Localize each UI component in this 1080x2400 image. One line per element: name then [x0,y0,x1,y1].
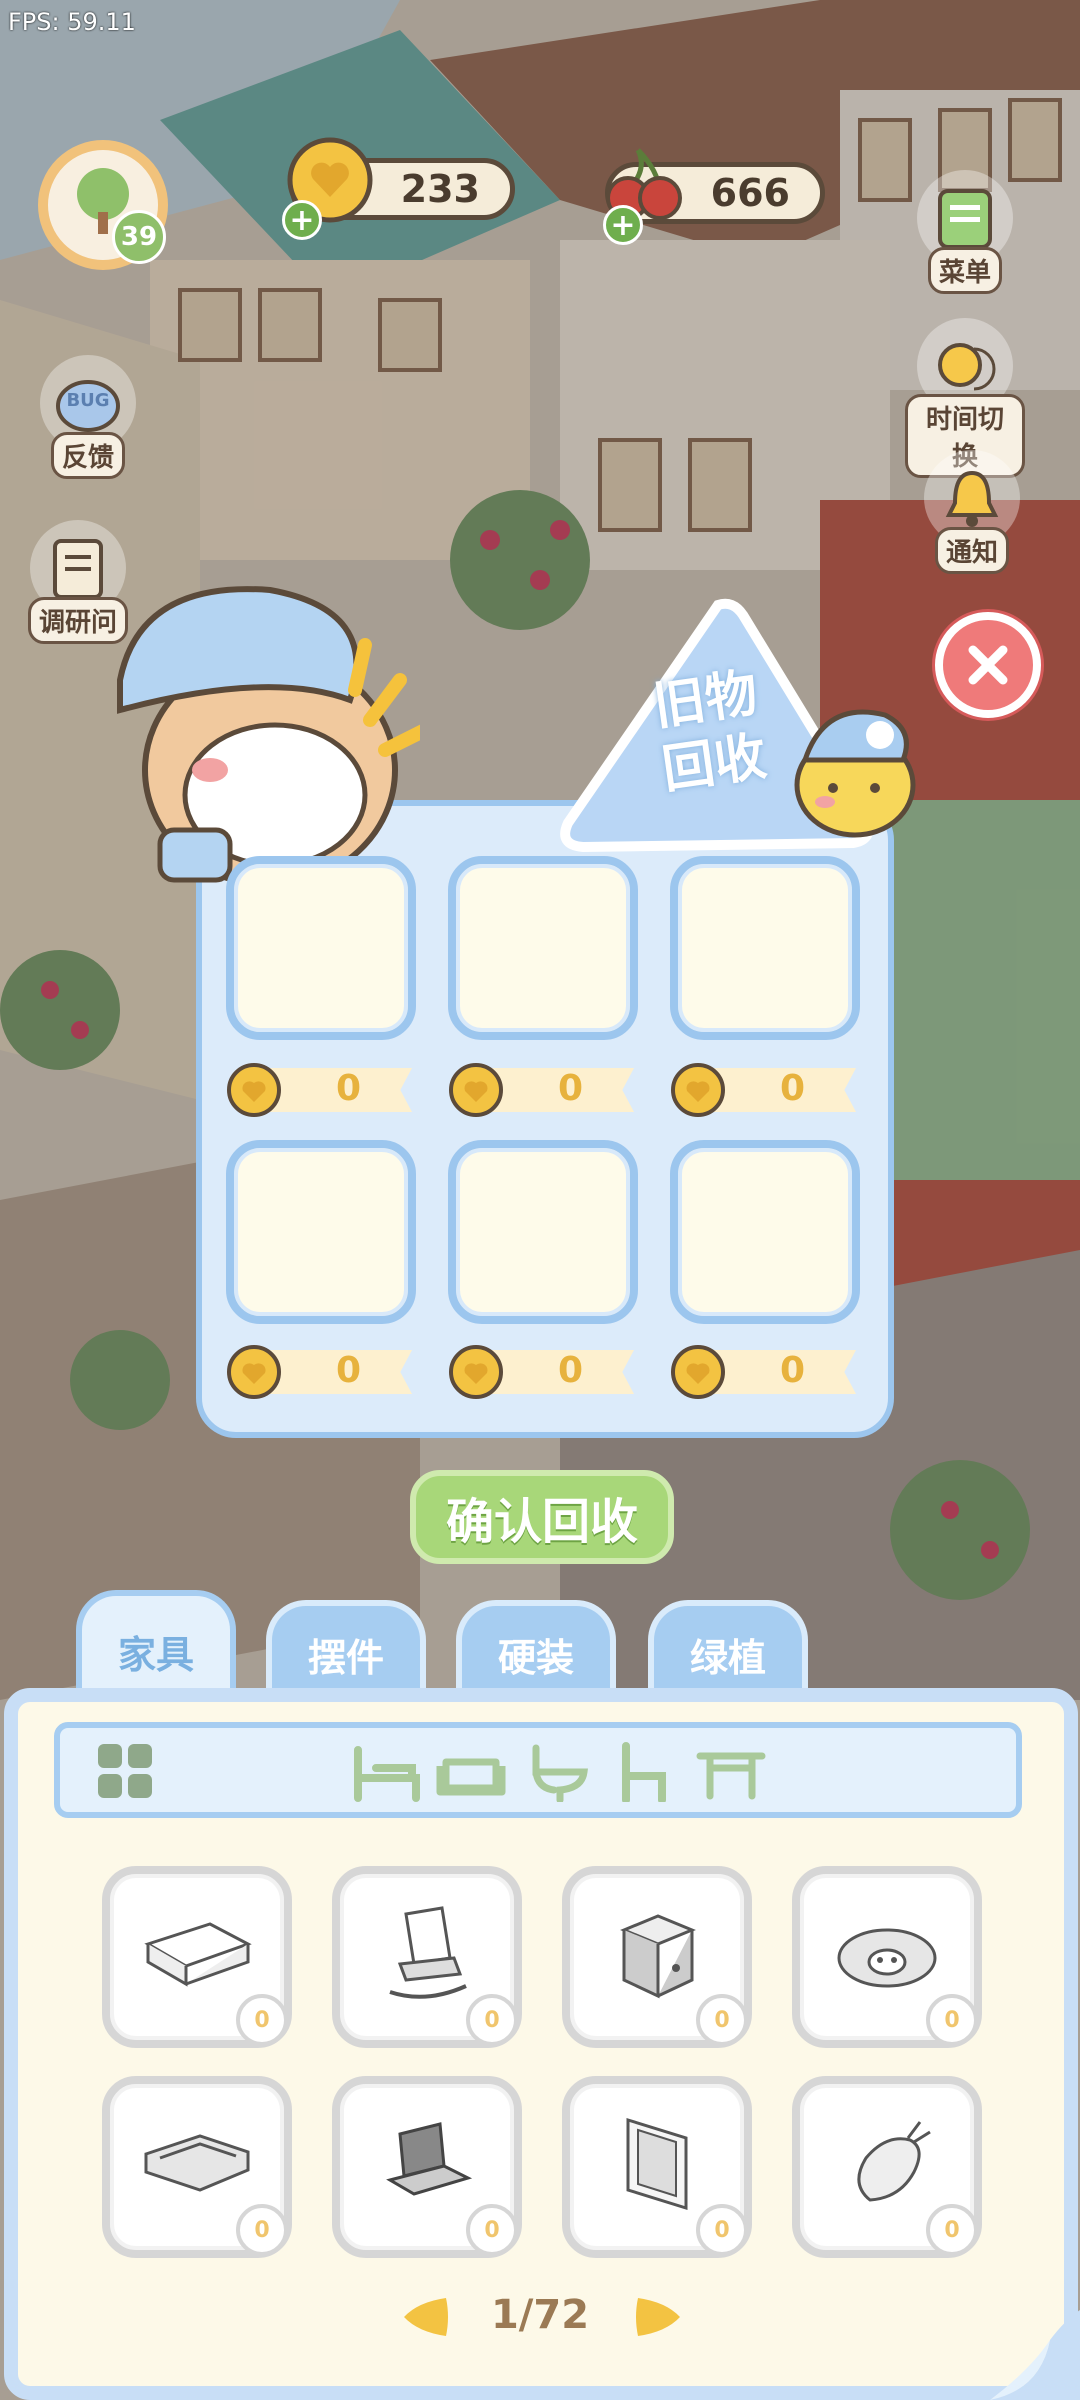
close-icon [968,645,1008,685]
recycle-title: 旧物 回收 [649,663,771,801]
bed-icon[interactable] [352,1742,422,1802]
inventory-item[interactable]: 0 [102,1866,292,2048]
inventory-item[interactable]: 0 [562,1866,752,2048]
bell-icon [945,470,999,527]
window-icon [626,2117,688,2211]
inventory-item[interactable]: 0 [332,2076,522,2258]
coin-icon [449,1063,503,1117]
recycle-slot[interactable] [448,856,638,1040]
item-count: 0 [696,1994,748,2046]
grid-icon[interactable] [92,1742,162,1802]
carrot-rug-icon [857,2121,931,2202]
slot-price: 0 [670,1062,860,1117]
level-number: 39 [112,210,166,264]
recycle-slot[interactable] [226,1140,416,1324]
slot-price: 0 [448,1062,638,1117]
tab-fixtures[interactable]: 硬装 [456,1600,616,1696]
laptop-icon [386,2122,473,2196]
prev-page-icon[interactable] [398,2292,452,2342]
recycler-mascot-icon [117,586,420,888]
tab-plants[interactable]: 绿植 [648,1600,808,1696]
feedback-label: 反馈 [50,432,125,479]
confirm-recycle-button[interactable]: 确认回收 [410,1470,674,1564]
toilet-icon[interactable] [524,1742,594,1802]
slot-price-value: 0 [558,1068,584,1109]
recycle-slot[interactable] [670,856,860,1040]
tab-furniture[interactable]: 家具 [76,1590,236,1700]
item-count: 0 [926,1994,978,2046]
slot-price-value: 0 [558,1350,584,1391]
table-icon[interactable] [696,1742,766,1802]
item-count: 0 [236,2204,288,2256]
page-curl-icon [990,2310,1080,2400]
menu-button[interactable]: 菜单 [905,170,1025,294]
slot-price: 0 [670,1344,860,1399]
sheep-rug-icon [837,1928,937,1988]
desk-icon [144,1922,252,1987]
slot-price: 0 [226,1344,416,1399]
coin-icon [227,1063,281,1117]
slot-price: 0 [226,1062,416,1117]
next-page-icon[interactable] [632,2292,686,2342]
level-badge[interactable]: 39 [38,140,168,270]
inventory-item[interactable]: 0 [792,2076,982,2258]
inventory-item[interactable]: 0 [102,2076,292,2258]
close-button[interactable] [935,612,1041,718]
inventory-item[interactable]: 0 [792,1866,982,2048]
menu-icon [938,189,992,249]
feedback-button[interactable]: BUG 反馈 [28,355,148,479]
bug-label: BUG [66,389,110,411]
sun-moon-icon [938,343,996,391]
coin-icon [227,1345,281,1399]
item-count: 0 [926,2204,978,2256]
coin-amount: 233 [400,167,480,211]
slot-price-value: 0 [780,1068,806,1109]
recycle-slot[interactable] [670,1140,860,1324]
coin-icon [671,1063,725,1117]
item-count: 0 [236,1994,288,2046]
rocking-chair-icon [389,1906,467,1999]
sofa-icon[interactable] [436,1742,506,1802]
notice-label: 通知 [934,527,1009,574]
coin-icon [449,1345,503,1399]
item-count: 0 [696,2204,748,2256]
chair-icon[interactable] [610,1742,680,1802]
inventory-item[interactable]: 0 [332,1866,522,2048]
inventory-item[interactable]: 0 [562,2076,752,2258]
corner-sofa-icon [144,2134,250,2192]
add-cherries-button[interactable]: + [603,205,643,245]
coin-icon [671,1345,725,1399]
notice-button[interactable]: 通知 [912,450,1032,574]
recycle-slot[interactable] [226,856,416,1040]
slot-price: 0 [448,1344,638,1399]
item-count: 0 [466,2204,518,2256]
add-coins-button[interactable]: + [282,200,322,240]
nightstand-icon [620,1914,696,1999]
chick-mascot-icon [794,709,916,838]
menu-label: 菜单 [927,247,1002,294]
slot-price-value: 0 [780,1350,806,1391]
slot-price-value: 0 [336,1350,362,1391]
recycle-slot[interactable] [448,1140,638,1324]
page-indicator: 1/72 [490,2292,590,2338]
tab-ornaments[interactable]: 摆件 [266,1600,426,1696]
fps-counter: FPS: 59.11 [8,8,136,36]
slot-price-value: 0 [336,1068,362,1109]
item-count: 0 [466,1994,518,2046]
cherry-amount: 666 [710,171,790,215]
